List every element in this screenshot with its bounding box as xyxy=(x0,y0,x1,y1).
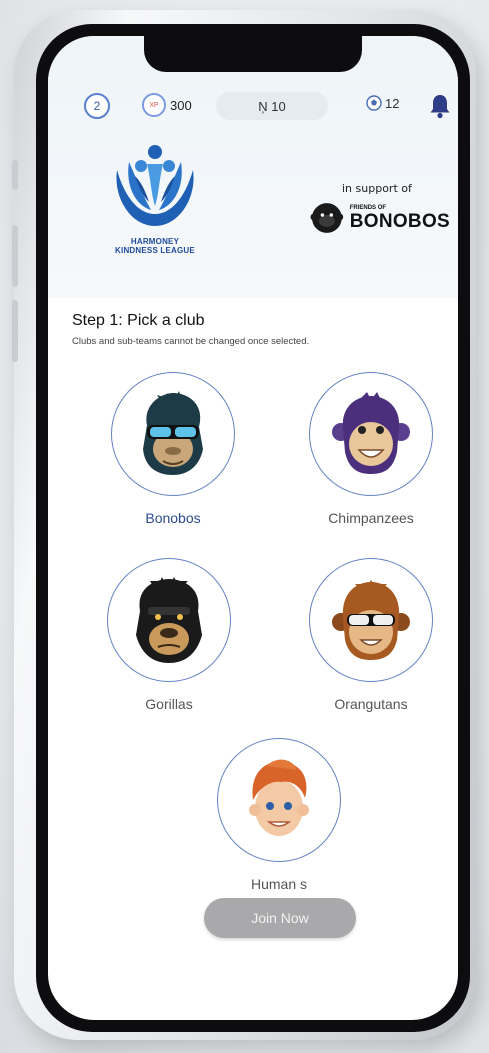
xp-value: 300 xyxy=(170,97,192,113)
club-label: Orangutans xyxy=(334,696,408,712)
league-emblem-icon xyxy=(116,145,194,226)
bonobos-wordmark: BONOBOS xyxy=(349,211,450,232)
club-avatar-ring xyxy=(107,558,231,682)
step-subtitle: Clubs and sub-teams cannot be changed on… xyxy=(72,336,310,347)
club-avatar-ring xyxy=(309,372,433,496)
ball-counter[interactable]: 12 xyxy=(366,95,399,111)
app-screen: 2 XP 300 Ņ 10 12 HARMONEY KINDNESS LEAGU… xyxy=(48,36,458,1020)
club-avatar-ring xyxy=(111,372,235,496)
league-name-line1: HARMONEY xyxy=(130,237,180,246)
support-text: in support of xyxy=(342,182,412,195)
club-label: Gorillas xyxy=(145,696,193,712)
orangutan-icon xyxy=(332,580,410,660)
step-title: Step 1: Pick a club xyxy=(72,312,205,329)
volume-up-button xyxy=(12,225,18,287)
club-option-orangutans[interactable]: Orangutans xyxy=(306,558,436,712)
steps-value: Ņ 10 xyxy=(258,98,286,114)
mute-switch xyxy=(12,160,18,190)
club-avatar-ring xyxy=(309,558,433,682)
club-option-humans[interactable]: Human s xyxy=(214,738,344,892)
charity-logo: in support of FRIENDS OF BONOBOS xyxy=(310,182,450,235)
club-option-bonobos[interactable]: Bonobos xyxy=(108,372,238,526)
status-bar: 2 XP 300 Ņ 10 12 xyxy=(48,86,458,126)
level-value: 2 xyxy=(93,99,101,113)
notch xyxy=(144,36,362,72)
ball-value: 12 xyxy=(385,95,400,111)
club-avatar-ring xyxy=(217,738,341,862)
bonobo-icon xyxy=(143,391,203,475)
league-name-line2: KINDNESS LEAGUE xyxy=(115,246,195,255)
xp-counter[interactable]: XP 300 xyxy=(142,93,192,117)
join-now-button[interactable]: Join Now xyxy=(204,898,356,938)
gorilla-icon xyxy=(136,577,202,663)
bonobo-head-icon xyxy=(310,203,344,233)
chimpanzee-icon xyxy=(332,392,410,474)
league-logo: HARMONEY KINDNESS LEAGUE xyxy=(96,140,214,264)
human-icon xyxy=(249,759,309,836)
club-option-chimpanzees[interactable]: Chimpanzees xyxy=(306,372,436,526)
level-badge[interactable]: 2 xyxy=(84,93,110,119)
club-option-gorillas[interactable]: Gorillas xyxy=(104,558,234,712)
steps-pill[interactable]: Ņ 10 xyxy=(216,92,328,120)
club-label: Bonobos xyxy=(145,510,201,526)
club-label: Human s xyxy=(250,876,308,892)
notification-bell-icon[interactable] xyxy=(428,93,452,119)
xp-icon: XP xyxy=(142,93,166,117)
volume-down-button xyxy=(12,300,18,362)
club-label: Chimpanzees xyxy=(328,510,414,526)
soccer-ball-icon xyxy=(366,95,382,111)
